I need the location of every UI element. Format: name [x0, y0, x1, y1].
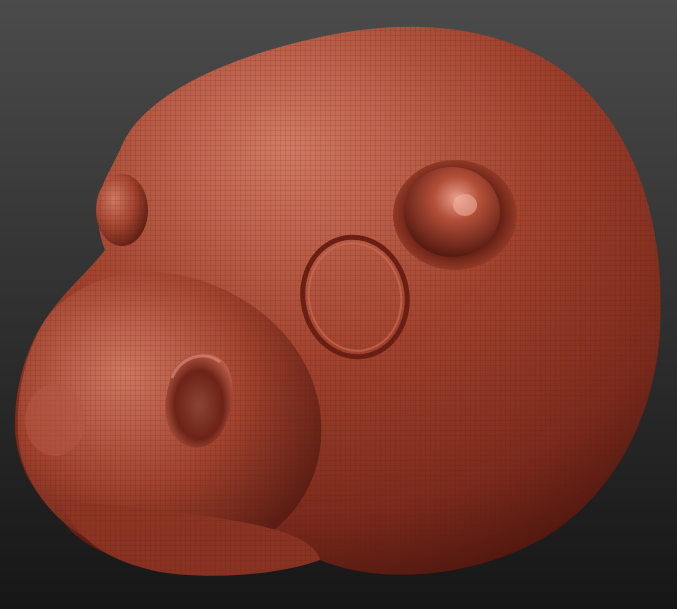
- sculpted-animal-head-icon[interactable]: [0, 0, 677, 609]
- eye-highlight: [453, 194, 477, 216]
- sculpt-viewport[interactable]: [0, 0, 677, 609]
- eyeball[interactable]: [404, 167, 500, 257]
- nose-tip: [25, 384, 85, 456]
